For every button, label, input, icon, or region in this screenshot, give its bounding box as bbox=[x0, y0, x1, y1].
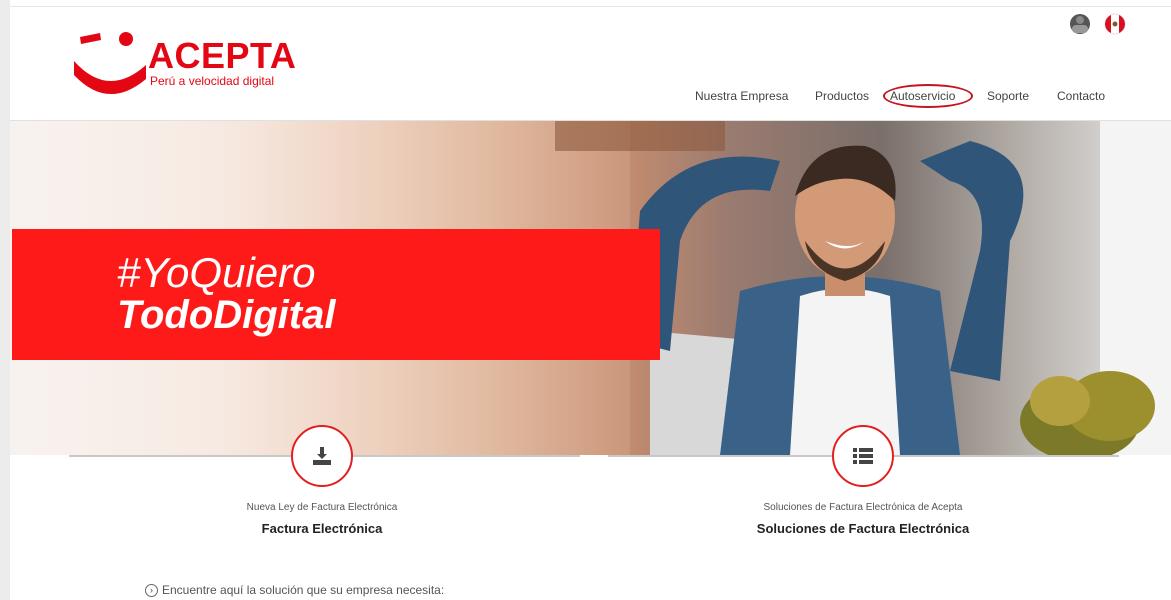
site-header: ACEPTA Perú a velocidad digital Nuestra … bbox=[10, 7, 1171, 120]
feature-soluciones-button[interactable] bbox=[832, 425, 894, 487]
user-icon[interactable] bbox=[1070, 14, 1090, 34]
feature-factura-title[interactable]: Factura Electrónica bbox=[172, 521, 472, 536]
main-nav: Nuestra Empresa Productos Autoservicio S… bbox=[10, 89, 1171, 109]
chevron-right-circle-icon: › bbox=[145, 583, 158, 597]
solution-cta-text: Encuentre aquí la solución que su empres… bbox=[162, 583, 445, 597]
autoservicio-highlight-annotation bbox=[883, 84, 973, 108]
solution-cta[interactable]: › Encuentre aquí la solución que su empr… bbox=[145, 583, 444, 597]
nav-item-contacto[interactable]: Contacto bbox=[1057, 89, 1105, 103]
peru-flag-icon[interactable] bbox=[1104, 13, 1126, 35]
hero-plant-image bbox=[1020, 371, 1155, 455]
list-icon bbox=[853, 448, 873, 464]
brand-name: ACEPTA bbox=[148, 35, 297, 76]
hero-person-image bbox=[630, 141, 1024, 455]
nav-item-nuestra-empresa[interactable]: Nuestra Empresa bbox=[695, 89, 788, 103]
page-left-strip bbox=[0, 0, 10, 600]
feature-soluciones-subtitle: Soluciones de Factura Electrónica de Ace… bbox=[763, 502, 963, 513]
top-icons bbox=[1070, 13, 1130, 35]
nav-item-productos[interactable]: Productos bbox=[815, 89, 869, 103]
hero-banner: #YoQuiero TodoDigital bbox=[12, 229, 660, 360]
feature-soluciones-title[interactable]: Soluciones de Factura Electrónica bbox=[693, 521, 1033, 536]
hero-slogan: TodoDigital bbox=[117, 293, 336, 337]
nav-item-soporte[interactable]: Soporte bbox=[987, 89, 1029, 103]
feature-factura-subtitle: Nueva Ley de Factura Electrónica bbox=[246, 502, 398, 513]
brand-tagline: Perú a velocidad digital bbox=[150, 74, 275, 88]
feature-factura-button[interactable] bbox=[291, 425, 353, 487]
hero-hashtag: #YoQuiero bbox=[117, 249, 316, 296]
download-icon bbox=[313, 447, 331, 465]
